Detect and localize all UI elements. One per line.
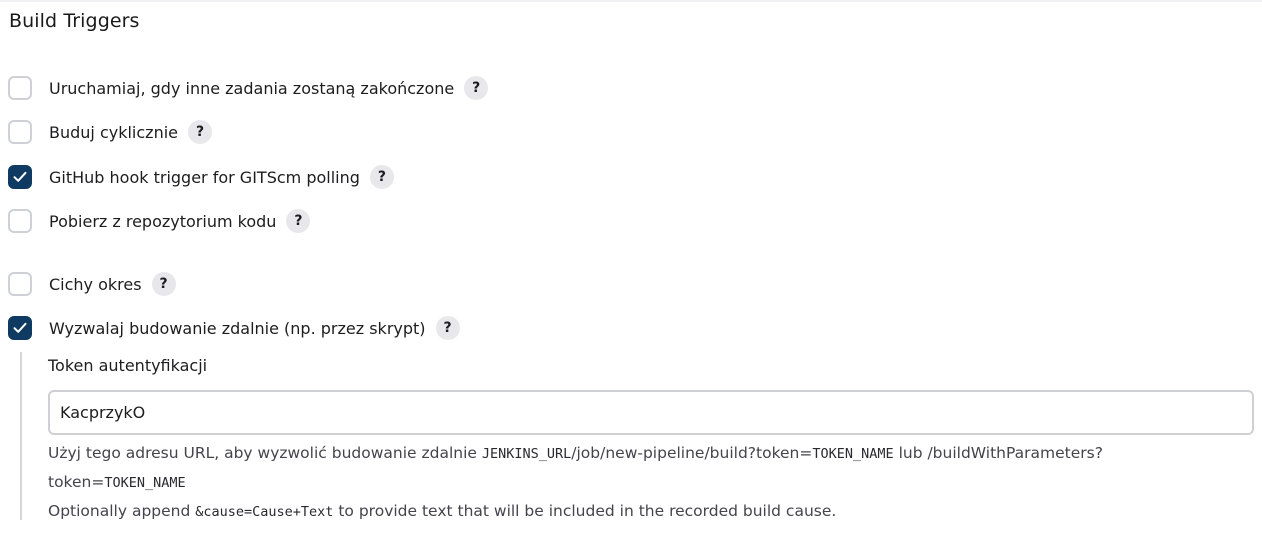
trigger-label[interactable]: Cichy okres — [49, 275, 142, 294]
trigger-label[interactable]: Pobierz z repozytorium kodu — [49, 212, 276, 231]
remote-trigger-help-text: Użyj tego adresu URL, aby wyzwolić budow… — [48, 439, 1238, 526]
token-field-label: Token autentyfikacji — [48, 356, 208, 375]
checkmark-icon — [13, 171, 27, 182]
help-text-segment: Optionally append — [48, 502, 196, 520]
help-line-token: token=TOKEN_NAME — [48, 468, 1238, 497]
help-icon[interactable]: ? — [435, 316, 460, 340]
help-code-cause: &cause=Cause+Text — [195, 504, 334, 520]
section-title: Build Triggers — [9, 10, 140, 32]
help-code-token-name: TOKEN_NAME — [812, 446, 894, 462]
trigger-label[interactable]: GitHub hook trigger for GITScm polling — [49, 168, 360, 187]
checkmark-icon — [13, 322, 27, 333]
help-icon[interactable]: ? — [464, 76, 489, 100]
top-divider — [0, 0, 1262, 2]
help-text-segment: lub /buildWithParameters? — [893, 444, 1103, 462]
help-code-jenkins-url: JENKINS_URL — [481, 446, 572, 462]
help-text-segment: to provide text that will be included in… — [333, 502, 837, 520]
trigger-label[interactable]: Uruchamiaj, gdy inne zadania zostaną zak… — [49, 79, 454, 98]
trigger-build-periodically[interactable]: Buduj cyklicznie ? — [8, 118, 212, 146]
help-icon[interactable]: ? — [286, 209, 311, 233]
checkbox-build-after-other-projects[interactable] — [8, 76, 32, 100]
trigger-label[interactable]: Wyzwalaj budowanie zdalnie (np. przez sk… — [49, 319, 426, 338]
help-text-segment: token= — [48, 473, 105, 491]
checkbox-build-periodically[interactable] — [8, 120, 32, 144]
checkbox-quiet-period[interactable] — [8, 272, 32, 296]
help-code-token-name: TOKEN_NAME — [104, 475, 186, 491]
auth-token-input[interactable] — [48, 390, 1254, 435]
trigger-remote-build[interactable]: Wyzwalaj budowanie zdalnie (np. przez sk… — [8, 314, 460, 342]
checkbox-github-hook[interactable] — [8, 165, 32, 189]
checkbox-remote-build[interactable] — [8, 316, 32, 340]
trigger-quiet-period[interactable]: Cichy okres ? — [8, 270, 176, 298]
help-line-url: Użyj tego adresu URL, aby wyzwolić budow… — [48, 439, 1238, 468]
help-text-segment: /job/new-pipeline/build?token= — [571, 444, 813, 462]
help-icon[interactable]: ? — [151, 272, 176, 296]
nested-section-indicator — [20, 352, 22, 520]
trigger-label[interactable]: Buduj cyklicznie — [49, 123, 178, 142]
help-text-segment: Użyj tego adresu URL, aby wyzwolić budow… — [48, 444, 482, 462]
help-icon[interactable]: ? — [369, 165, 394, 189]
help-icon[interactable]: ? — [188, 120, 212, 144]
trigger-poll-scm[interactable]: Pobierz z repozytorium kodu ? — [8, 207, 311, 235]
help-line-cause: Optionally append &cause=Cause+Text to p… — [48, 497, 1238, 526]
checkbox-poll-scm[interactable] — [8, 209, 32, 233]
trigger-build-after-other-projects[interactable]: Uruchamiaj, gdy inne zadania zostaną zak… — [8, 74, 489, 102]
trigger-github-hook[interactable]: GitHub hook trigger for GITScm polling ? — [8, 163, 394, 191]
